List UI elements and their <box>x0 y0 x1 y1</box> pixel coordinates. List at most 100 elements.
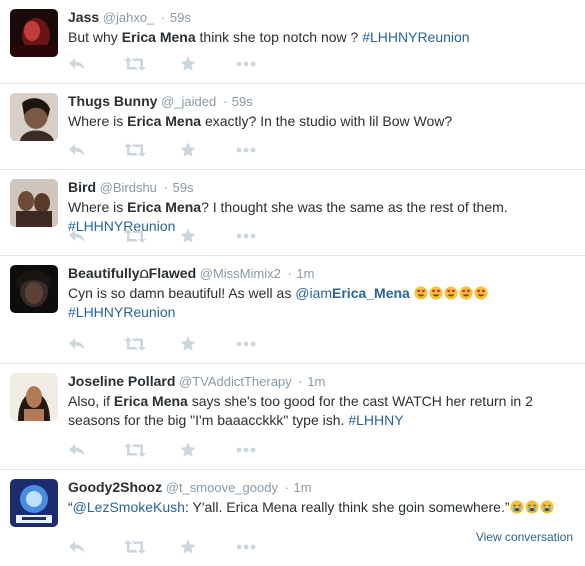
reply-button[interactable] <box>68 536 124 558</box>
display-name[interactable]: Bird <box>68 179 96 195</box>
retweet-button[interactable] <box>124 536 180 558</box>
view-conversation-link[interactable]: View conversation <box>476 530 573 544</box>
text-segment: Also, if <box>68 393 114 409</box>
more-button[interactable] <box>236 225 292 247</box>
tweet-actions <box>68 536 292 558</box>
retweet-button[interactable] <box>124 333 180 355</box>
highlighted-term: Erica Mena <box>113 393 188 409</box>
more-button[interactable] <box>236 53 292 75</box>
tweet-content: Jass @jahxo_ · 59s But why Erica Mena th… <box>68 8 577 47</box>
mention-link[interactable]: @iamErica_Mena <box>295 285 410 301</box>
timestamp[interactable]: 59s <box>172 180 193 195</box>
retweet-icon <box>124 337 146 351</box>
display-name[interactable]: Goody2Shooz <box>68 479 162 495</box>
avatar[interactable] <box>10 265 58 313</box>
avatar[interactable] <box>10 179 58 227</box>
favorite-button[interactable] <box>180 139 236 161</box>
tweet[interactable]: Joseline Pollard @TVAddictTherapy · 1m A… <box>0 364 585 470</box>
username[interactable]: @_jaided <box>161 94 216 109</box>
separator-dot: · <box>160 10 169 25</box>
text-segment: Cyn is so damn beautiful! As well as <box>68 285 296 301</box>
more-icon <box>236 447 256 453</box>
timestamp[interactable]: 1m <box>294 480 312 495</box>
text-segment: ? I thought she was the same as the rest… <box>201 199 508 215</box>
timestamp[interactable]: 59s <box>170 10 191 25</box>
retweet-icon <box>124 443 146 457</box>
more-icon <box>236 233 256 239</box>
favorite-button[interactable] <box>180 225 236 247</box>
reply-button[interactable] <box>68 333 124 355</box>
separator-dot: · <box>222 94 231 109</box>
reply-icon <box>69 58 85 70</box>
tweet[interactable]: Jass @jahxo_ · 59s But why Erica Mena th… <box>0 0 585 84</box>
heart-eyes-emoji-icon <box>414 286 428 300</box>
favorite-icon <box>180 442 196 457</box>
more-button[interactable] <box>236 536 292 558</box>
reply-button[interactable] <box>68 53 124 75</box>
reply-icon <box>69 230 85 242</box>
text-segment: think she top notch now ? <box>195 29 363 45</box>
more-icon <box>236 147 256 153</box>
favorite-button[interactable] <box>180 333 236 355</box>
more-icon <box>236 341 256 347</box>
tweet[interactable]: Beautifully⩍Flawed @MissMimix2 · 1m Cyn … <box>0 256 585 364</box>
reply-button[interactable] <box>68 439 124 461</box>
username[interactable]: @Birdshu <box>100 180 157 195</box>
heart-eyes-emoji-icon <box>444 286 458 300</box>
more-icon <box>236 61 256 67</box>
timestamp[interactable]: 1m <box>296 266 314 281</box>
favorite-button[interactable] <box>180 439 236 461</box>
username[interactable]: @TVAddictTherapy <box>179 374 292 389</box>
text-segment: But why <box>68 29 122 45</box>
mention-prefix: @LezSmokeKush <box>72 499 185 515</box>
retweet-button[interactable] <box>124 139 180 161</box>
display-name[interactable]: Joseline Pollard <box>68 373 175 389</box>
reply-icon <box>69 444 85 456</box>
display-name[interactable]: Jass <box>68 9 99 25</box>
tweet[interactable]: Goody2Shooz @t_smoove_goody · 1m “@LezSm… <box>0 470 585 566</box>
tweet-content: Thugs Bunny @_jaided · 59s Where is Eric… <box>68 92 577 131</box>
mention-link[interactable]: @LezSmokeKush <box>73 499 185 515</box>
favorite-button[interactable] <box>180 53 236 75</box>
tweet-actions <box>68 439 292 461</box>
tweet-actions <box>68 225 292 247</box>
avatar[interactable] <box>10 9 58 57</box>
hashtag-link[interactable]: #LHHNY <box>348 412 403 428</box>
display-name[interactable]: Beautifully⩍Flawed <box>68 265 196 281</box>
timestamp[interactable]: 59s <box>232 94 253 109</box>
reply-button[interactable] <box>68 139 124 161</box>
emoji-group <box>509 499 555 515</box>
retweet-button[interactable] <box>124 225 180 247</box>
tweet-text: Also, if Erica Mena says she's too good … <box>68 392 577 430</box>
separator-dot: · <box>287 266 296 281</box>
username[interactable]: @MissMimix2 <box>200 266 281 281</box>
username[interactable]: @jahxo_ <box>103 10 155 25</box>
separator-dot: · <box>298 374 307 389</box>
tweet[interactable]: Thugs Bunny @_jaided · 59s Where is Eric… <box>0 84 585 170</box>
more-button[interactable] <box>236 333 292 355</box>
reply-button[interactable] <box>68 225 124 247</box>
avatar[interactable] <box>10 373 58 421</box>
hashtag-link[interactable]: #LHHNYReunion <box>68 304 175 320</box>
tweet-content: Goody2Shooz @t_smoove_goody · 1m “@LezSm… <box>68 478 577 517</box>
username[interactable]: @t_smoove_goody <box>166 480 278 495</box>
retweet-button[interactable] <box>124 439 180 461</box>
retweet-button[interactable] <box>124 53 180 75</box>
tweet-text: Where is Erica Mena exactly? In the stud… <box>68 112 577 131</box>
tweet-text: But why Erica Mena think she top notch n… <box>68 28 577 47</box>
avatar[interactable] <box>10 479 58 527</box>
timestamp[interactable]: 1m <box>307 374 325 389</box>
more-button[interactable] <box>236 439 292 461</box>
tweet-actions <box>68 139 292 161</box>
hashtag-link[interactable]: #LHHNYReunion <box>362 29 469 45</box>
display-name[interactable]: Thugs Bunny <box>68 93 157 109</box>
more-button[interactable] <box>236 139 292 161</box>
retweet-icon <box>124 143 146 157</box>
avatar[interactable] <box>10 93 58 141</box>
tweet-header: Bird @Birdshu · 59s <box>68 178 577 197</box>
crying-emoji-icon <box>524 500 539 514</box>
favorite-button[interactable] <box>180 536 236 558</box>
more-icon <box>236 544 256 550</box>
tweet-header: Thugs Bunny @_jaided · 59s <box>68 92 577 111</box>
tweet[interactable]: Bird @Birdshu · 59s Where is Erica Mena?… <box>0 170 585 256</box>
